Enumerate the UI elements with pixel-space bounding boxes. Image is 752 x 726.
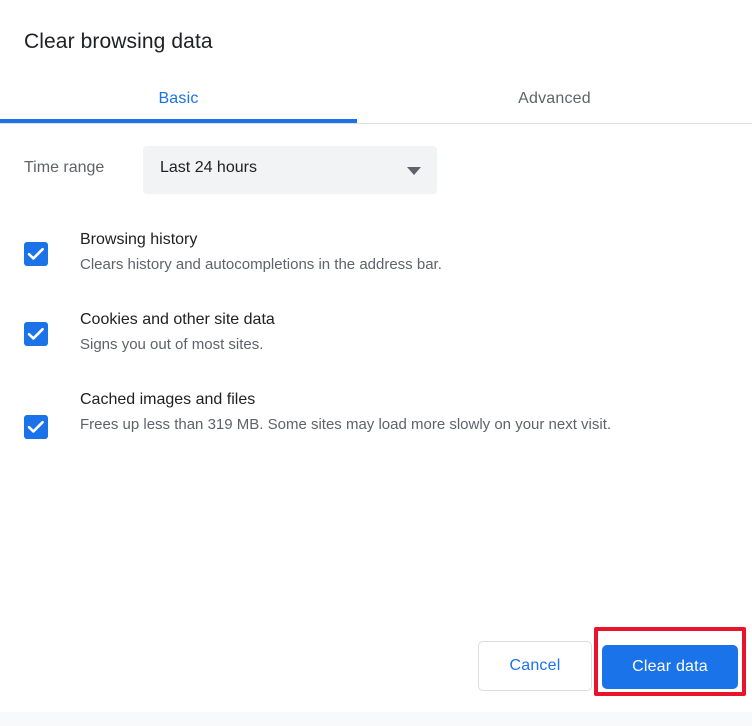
list-item-text: Cookies and other site data Signs you ou… bbox=[80, 308, 728, 358]
list-item-description: Clears history and autocompletions in th… bbox=[80, 256, 442, 273]
check-icon bbox=[27, 327, 44, 340]
tab-active-indicator bbox=[0, 119, 357, 123]
chevron-down-icon bbox=[407, 167, 421, 175]
tab-advanced[interactable]: Advanced bbox=[357, 76, 752, 122]
list-item-cookies-and-site-data[interactable]: Cookies and other site data Signs you ou… bbox=[0, 300, 752, 353]
time-range-select[interactable]: Last 24 hours bbox=[143, 146, 437, 194]
list-item-description: Frees up less than 319 MB. Some sites ma… bbox=[80, 416, 612, 433]
list-item-title: Cached images and files bbox=[80, 391, 256, 408]
tab-divider bbox=[0, 123, 752, 124]
dialog-title: Clear browsing data bbox=[24, 30, 213, 53]
list-item-text: Browsing history Clears history and auto… bbox=[80, 228, 728, 278]
list-item-text: Cached images and files Frees up less th… bbox=[80, 388, 728, 438]
check-icon bbox=[27, 247, 44, 260]
list-item-title: Cookies and other site data bbox=[80, 311, 275, 328]
checkbox-browsing-history[interactable] bbox=[24, 242, 48, 266]
cancel-button[interactable]: Cancel bbox=[478, 641, 592, 691]
checkbox-cookies-and-site-data[interactable] bbox=[24, 322, 48, 346]
checkbox-cached-images-and-files[interactable] bbox=[24, 415, 48, 439]
time-range-label: Time range bbox=[24, 159, 105, 176]
list-item-title: Browsing history bbox=[80, 231, 198, 248]
data-type-list: Browsing history Clears history and auto… bbox=[0, 220, 752, 439]
clear-browsing-data-dialog: Clear browsing data Basic Advanced Time … bbox=[0, 0, 752, 712]
list-item-cached-images-and-files[interactable]: Cached images and files Frees up less th… bbox=[0, 380, 752, 439]
time-range-row: Time range Last 24 hours bbox=[0, 146, 752, 198]
list-item-description: Signs you out of most sites. bbox=[80, 336, 264, 353]
tab-bar: Basic Advanced bbox=[0, 76, 752, 124]
list-item-browsing-history[interactable]: Browsing history Clears history and auto… bbox=[0, 220, 752, 273]
tab-basic[interactable]: Basic bbox=[0, 76, 357, 122]
check-icon bbox=[27, 420, 44, 433]
dialog-footer: Cancel Clear data bbox=[0, 630, 752, 712]
time-range-selected-value: Last 24 hours bbox=[160, 159, 257, 176]
page-background-strip bbox=[0, 712, 752, 726]
clear-data-button[interactable]: Clear data bbox=[602, 645, 738, 689]
